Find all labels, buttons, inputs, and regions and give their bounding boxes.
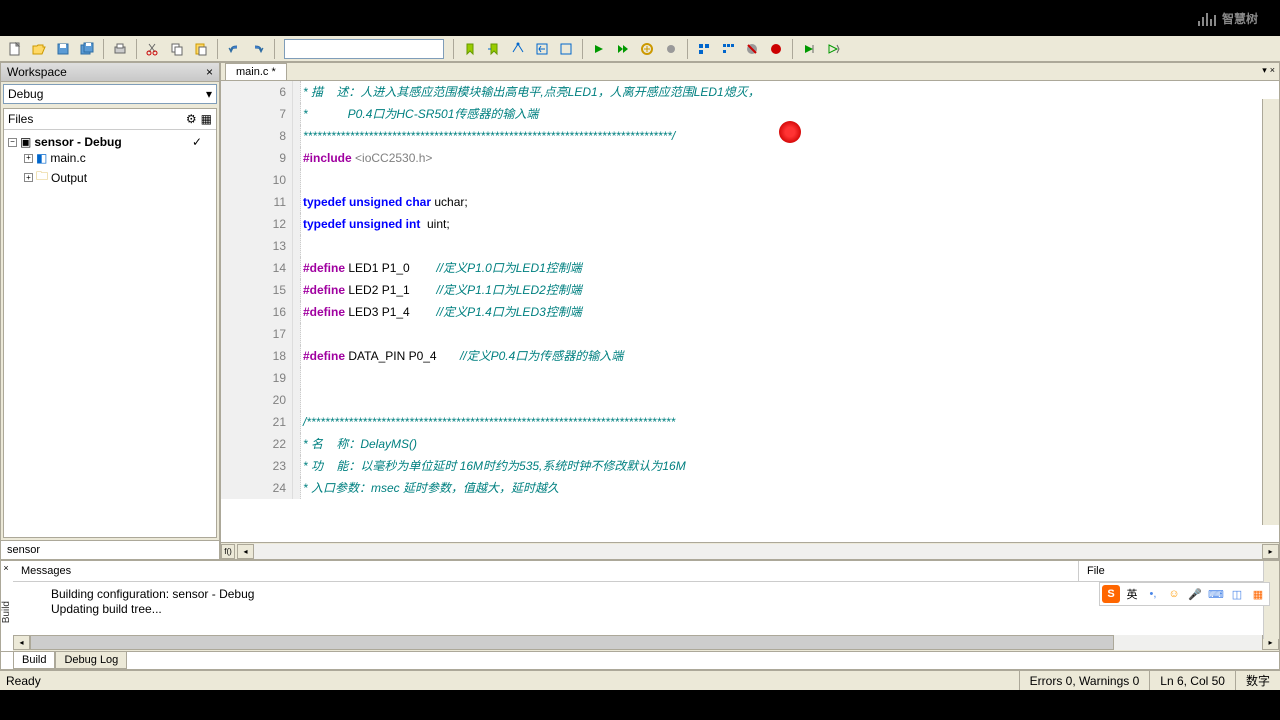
toggle-breakpoint-button[interactable] [660, 38, 682, 60]
debug-button[interactable] [822, 38, 844, 60]
project-icon: ▣ [20, 135, 31, 149]
workspace-tab[interactable]: sensor [1, 540, 219, 559]
file-main-c[interactable]: + ◧ main.c [24, 150, 212, 166]
ime-logo[interactable]: S [1102, 585, 1120, 603]
ime-voice-icon[interactable]: 🎤 [1186, 585, 1204, 603]
nav-back-button[interactable] [531, 38, 553, 60]
project-check: ✓ [182, 135, 212, 149]
files-opt1-icon[interactable]: ⚙ [186, 112, 197, 126]
toggle-bookmark-button[interactable] [459, 38, 481, 60]
expand-icon[interactable]: + [24, 154, 33, 163]
workspace-panel: Workspace × Debug ▾ Files ⚙ ▦ [0, 62, 220, 560]
annotation-marker [779, 121, 801, 143]
tab-dropdown-icon[interactable]: ▾ [1262, 65, 1267, 76]
workspace-close-button[interactable]: × [206, 65, 213, 79]
save-button[interactable] [52, 38, 74, 60]
scroll-right-button[interactable]: ▸ [1262, 544, 1279, 559]
cut-button[interactable] [142, 38, 164, 60]
undo-button[interactable] [223, 38, 245, 60]
output-folder[interactable]: + 🗀 Output [24, 166, 212, 189]
debug-record-button[interactable] [765, 38, 787, 60]
debug-options2[interactable] [717, 38, 739, 60]
debug-nobp-button[interactable] [741, 38, 763, 60]
file-tree: − ▣ sensor - Debug ✓ + ◧ main.c [4, 130, 216, 193]
tab-main-c[interactable]: main.c * [225, 63, 287, 80]
stop-build-button[interactable] [636, 38, 658, 60]
vertical-scrollbar[interactable] [1262, 99, 1279, 525]
open-button[interactable] [28, 38, 50, 60]
tab-debug-log[interactable]: Debug Log [55, 652, 127, 669]
watermark-bars-icon [1198, 12, 1216, 26]
nav-fwd-button[interactable] [555, 38, 577, 60]
status-mode: 数字 [1235, 671, 1280, 690]
print-button[interactable] [109, 38, 131, 60]
next-bookmark-button[interactable] [483, 38, 505, 60]
find-combo[interactable] [284, 39, 444, 59]
file-name-1: Output [51, 171, 87, 185]
messages-close-button[interactable]: × [1, 563, 11, 573]
ime-toolbar[interactable]: S 英 •, ☺ 🎤 ⌨ ◫ ▦ [1099, 582, 1270, 606]
scroll-left-button[interactable]: ◂ [237, 544, 254, 559]
status-errors: Errors 0, Warnings 0 [1019, 671, 1150, 690]
expand-icon[interactable]: + [24, 173, 33, 182]
chevron-down-icon: ▾ [206, 87, 212, 101]
watermark-text: 智慧树 [1222, 10, 1258, 27]
files-opt2-icon[interactable]: ▦ [201, 112, 212, 126]
files-header: Files [8, 112, 33, 126]
messages-side-label: Build [1, 601, 12, 623]
messages-body: Building configuration: sensor - Debug U… [1, 582, 1279, 635]
messages-header-file: File [1079, 561, 1279, 581]
config-select-value: Debug [8, 87, 43, 101]
horizontal-scrollbar[interactable]: f() ◂ ▸ [221, 542, 1279, 559]
folder-icon: 🗀 [36, 167, 48, 188]
ime-keyboard-icon[interactable]: ⌨ [1207, 585, 1225, 603]
new-file-button[interactable] [4, 38, 26, 60]
download-debug-button[interactable] [798, 38, 820, 60]
message-line-0: Building configuration: sensor - Debug [51, 587, 1267, 601]
config-select[interactable]: Debug ▾ [3, 84, 217, 104]
ime-skin-icon[interactable]: ◫ [1228, 585, 1246, 603]
project-name: sensor - Debug [34, 135, 121, 149]
messages-panel: × Build × Messages File Building configu… [0, 560, 1280, 670]
debug-options1[interactable] [693, 38, 715, 60]
workspace-title: Workspace [7, 65, 67, 79]
messages-hscroll[interactable]: ◂▸ [13, 635, 1279, 651]
message-line-1: Updating build tree... [51, 602, 1267, 616]
ime-punct-icon[interactable]: •, [1144, 585, 1162, 603]
file-name-0: main.c [50, 151, 85, 165]
compile-button[interactable] [588, 38, 610, 60]
paste-button[interactable] [190, 38, 212, 60]
main-toolbar [0, 36, 1280, 62]
copy-button[interactable] [166, 38, 188, 60]
project-node[interactable]: − ▣ sensor - Debug [8, 134, 122, 150]
save-all-button[interactable] [76, 38, 98, 60]
ime-grid-icon[interactable]: ▦ [1249, 585, 1267, 603]
watermark: 智慧树 [1198, 10, 1258, 27]
tab-close-icon[interactable]: × [1270, 65, 1275, 76]
ime-emoji-icon[interactable]: ☺ [1165, 585, 1183, 603]
messages-header-msg: Messages [13, 561, 1079, 581]
tab-build[interactable]: Build [13, 652, 55, 669]
ime-lang[interactable]: 英 [1123, 585, 1141, 603]
statusbar: Ready Errors 0, Warnings 0 Ln 6, Col 50 … [0, 670, 1280, 690]
status-ready: Ready [0, 674, 1019, 688]
collapse-icon[interactable]: − [8, 138, 17, 147]
func-list-button[interactable]: f() [221, 544, 235, 559]
prev-bookmark-button[interactable] [507, 38, 529, 60]
code-editor[interactable]: 6* 描 述：人进入其感应范围模块输出高电平,点亮LED1，人离开感应范围LED… [221, 81, 1279, 542]
make-button[interactable] [612, 38, 634, 60]
c-file-icon: ◧ [36, 151, 47, 165]
redo-button[interactable] [247, 38, 269, 60]
status-position: Ln 6, Col 50 [1149, 671, 1235, 690]
